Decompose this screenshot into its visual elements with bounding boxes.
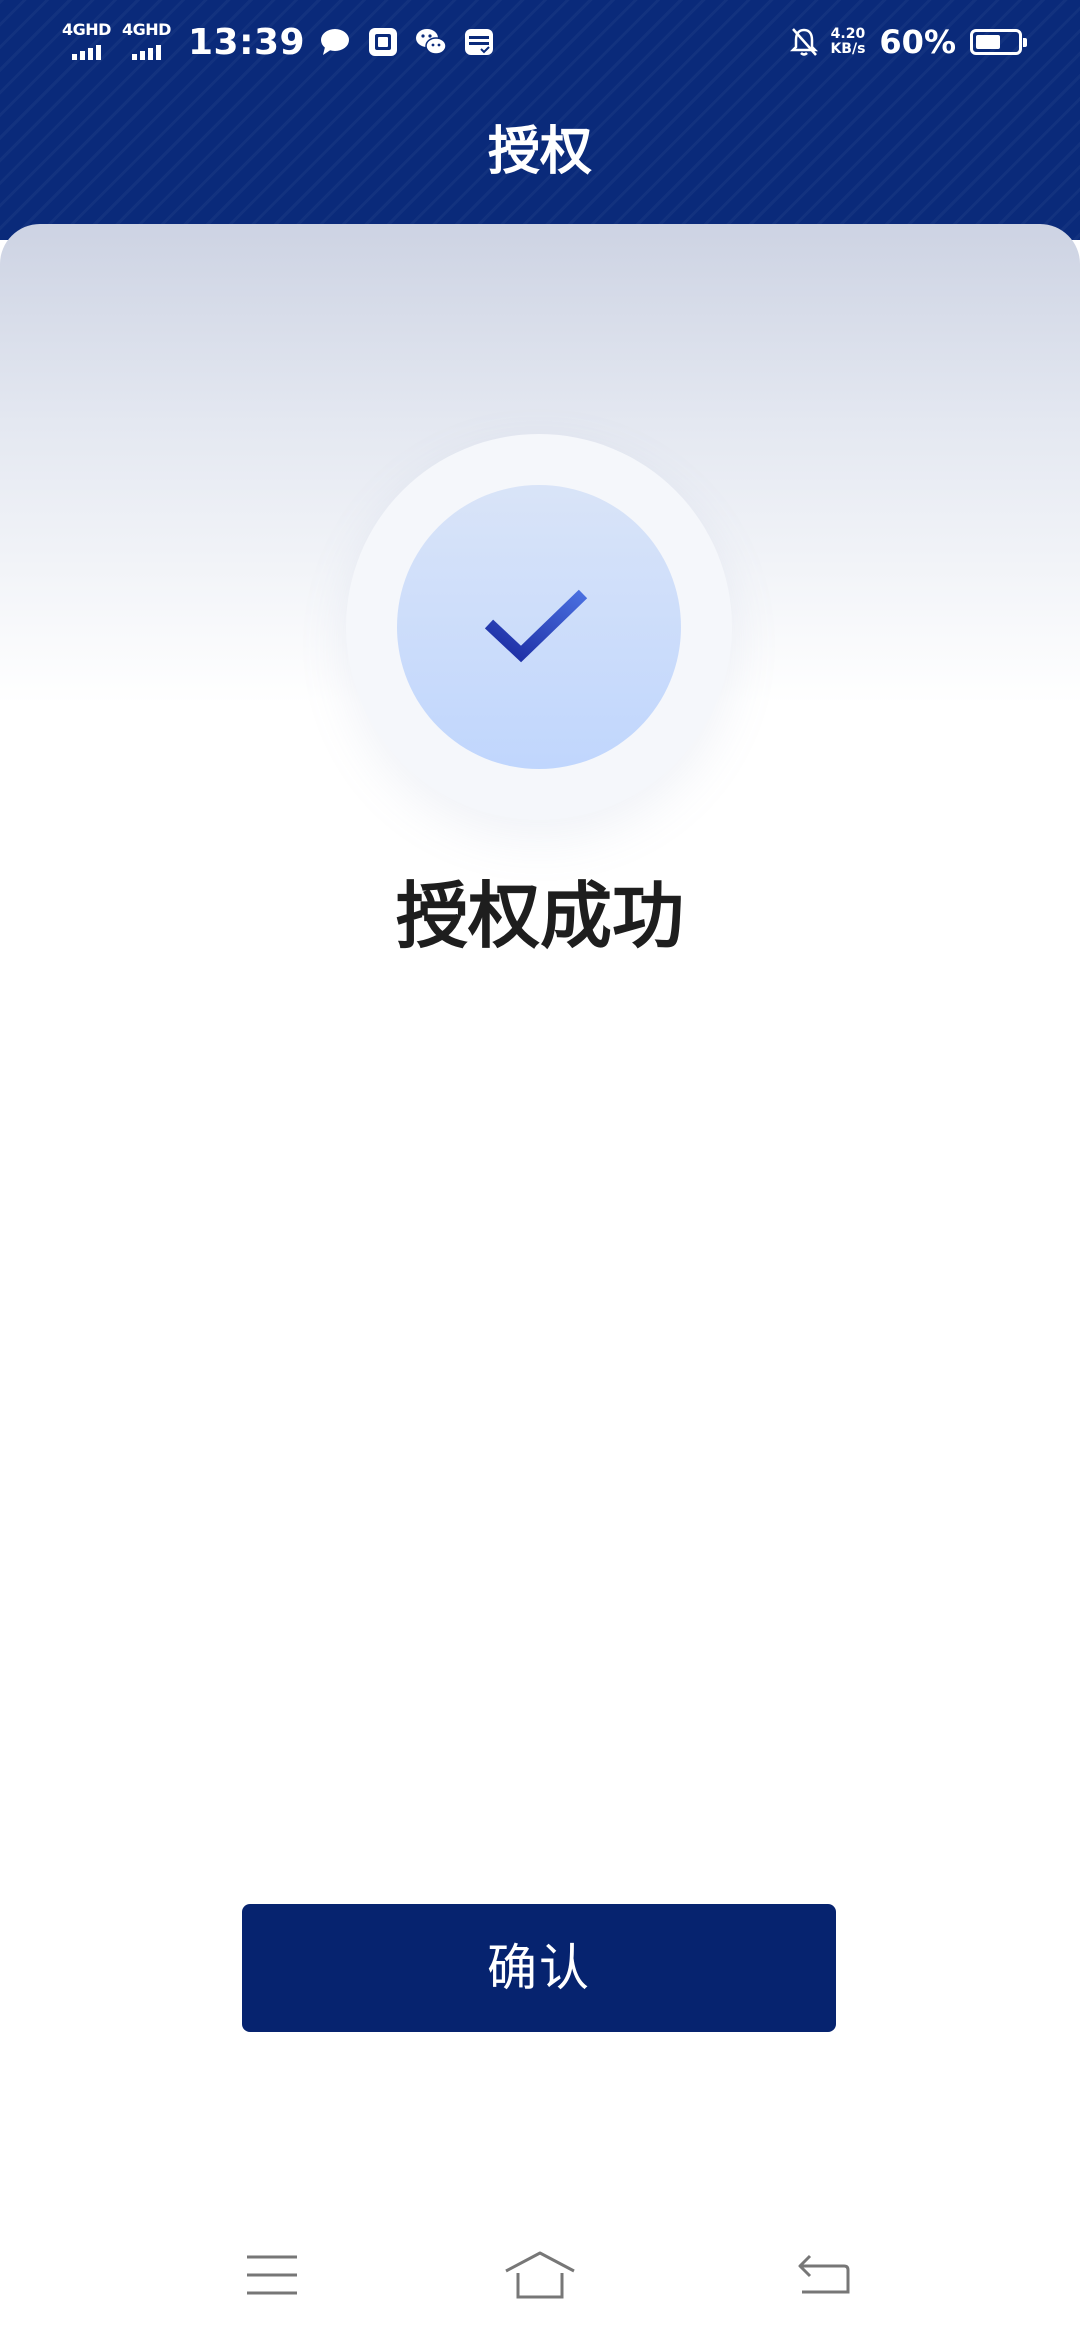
battery-level — [976, 35, 1000, 49]
status-bar: 4GHD 4GHD 13:39 4.20 KB/s 60% — [0, 0, 1080, 84]
home-icon[interactable] — [500, 2240, 580, 2310]
menu-icon[interactable] — [232, 2240, 312, 2310]
sim2-network-type: 4GHD — [122, 20, 171, 39]
battery-percent: 60% — [879, 23, 956, 61]
battery-icon — [970, 29, 1027, 55]
bell-off-icon — [788, 26, 820, 58]
chat-bubble-icon — [319, 26, 351, 58]
wallet-card-icon — [463, 26, 495, 58]
status-time: 13:39 — [188, 21, 306, 63]
network-speed-unit: KB/s — [830, 41, 866, 57]
sim1-signal-icon: 4GHD — [62, 22, 112, 62]
status-bar-left: 4GHD 4GHD 13:39 — [62, 18, 511, 66]
back-icon[interactable] — [784, 2240, 864, 2310]
sim2-signal-bars — [132, 45, 161, 60]
checkmark-icon — [484, 589, 588, 663]
network-speed: 4.20 KB/s — [830, 27, 865, 57]
sim1-signal-bars — [72, 45, 101, 60]
status-bar-right: 4.20 KB/s 60% — [788, 18, 1027, 66]
screen: 4GHD 4GHD 13:39 4.20 KB/s 60% 授权 授权成功 确认 — [0, 0, 1080, 2340]
success-icon-circle — [397, 485, 681, 769]
success-icon-halo — [346, 434, 732, 820]
sim1-network-type: 4GHD — [62, 20, 111, 39]
success-message: 授权成功 — [395, 874, 684, 958]
page-title: 授权 — [487, 122, 592, 182]
confirm-button[interactable]: 确认 — [242, 1904, 836, 2032]
network-speed-value: 4.20 — [830, 26, 866, 42]
taobao-icon — [367, 26, 399, 58]
wechat-icon — [415, 26, 447, 58]
sim2-signal-icon: 4GHD — [122, 22, 172, 62]
navigation-bar — [0, 2230, 1080, 2320]
